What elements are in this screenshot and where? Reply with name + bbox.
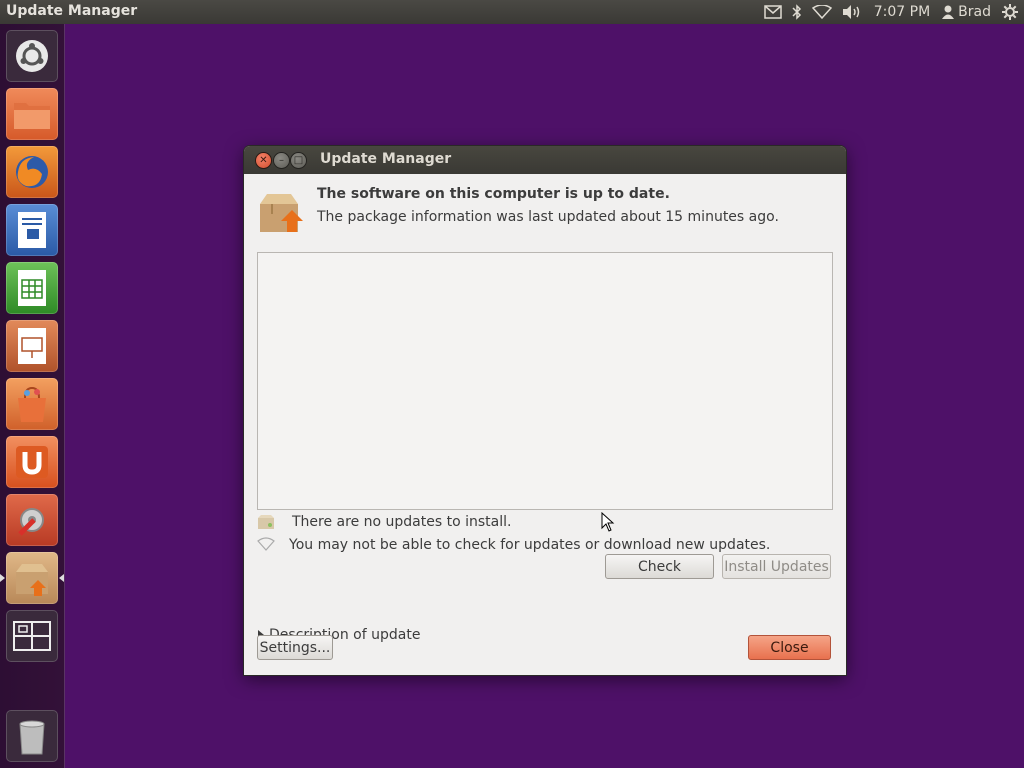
window-minimize-icon[interactable]: – <box>274 153 289 168</box>
window-title: Update Manager <box>320 151 452 167</box>
no-updates-status: There are no updates to install. <box>257 514 511 530</box>
impress-icon[interactable] <box>6 320 58 372</box>
no-updates-text: There are no updates to install. <box>292 514 512 530</box>
files-icon[interactable] <box>6 88 58 140</box>
wifi-icon[interactable] <box>811 0 832 24</box>
writer-icon[interactable] <box>6 204 58 256</box>
active-app-title: Update Manager <box>6 3 138 19</box>
check-button[interactable]: Check <box>605 554 714 579</box>
window-close-icon[interactable]: ✕ <box>256 153 271 168</box>
workspace-switcher-icon[interactable] <box>6 610 58 662</box>
user-name: Brad <box>958 4 991 20</box>
focused-indicator-arrow <box>59 574 64 582</box>
updates-list[interactable] <box>257 252 833 510</box>
package-small-icon <box>257 514 275 530</box>
top-panel: Update Manager 7:07 PM Brad <box>0 0 1024 24</box>
mouse-cursor-icon <box>601 511 615 536</box>
package-icon <box>258 190 304 238</box>
install-updates-button[interactable]: Install Updates <box>722 554 831 579</box>
trash-icon[interactable] <box>6 710 58 762</box>
bluetooth-icon[interactable] <box>792 0 802 24</box>
update-manager-icon[interactable] <box>6 552 58 604</box>
network-offline-icon <box>257 537 275 553</box>
window-titlebar[interactable]: ✕ – □ Update Manager <box>244 146 846 174</box>
status-headline: The software on this computer is up to d… <box>317 186 670 202</box>
network-warning-text: You may not be able to check for updates… <box>289 537 771 553</box>
dash-home-icon[interactable] <box>6 30 58 82</box>
window-maximize-icon[interactable]: □ <box>291 153 306 168</box>
window-content: The software on this computer is up to d… <box>244 174 846 675</box>
network-warning-status: You may not be able to check for updates… <box>257 537 770 553</box>
clock[interactable]: 7:07 PM <box>874 0 930 24</box>
ubuntu-one-icon[interactable] <box>6 436 58 488</box>
close-button[interactable]: Close <box>748 635 831 660</box>
indicator-area: 7:07 PM Brad <box>759 0 1024 24</box>
system-settings-icon[interactable] <box>6 494 58 546</box>
settings-button[interactable]: Settings... <box>257 635 333 660</box>
mail-icon[interactable] <box>764 0 782 24</box>
volume-icon[interactable] <box>842 0 862 24</box>
firefox-icon[interactable] <box>6 146 58 198</box>
software-center-icon[interactable] <box>6 378 58 430</box>
calc-icon[interactable] <box>6 262 58 314</box>
launcher <box>0 24 65 768</box>
user-menu[interactable]: Brad <box>942 0 991 24</box>
running-indicator-arrow <box>0 574 5 582</box>
update-manager-window: ✕ – □ Update Manager The software on thi… <box>244 146 846 675</box>
session-gear-icon[interactable] <box>1001 0 1019 24</box>
status-subline: The package information was last updated… <box>317 209 779 225</box>
user-icon <box>942 5 955 19</box>
